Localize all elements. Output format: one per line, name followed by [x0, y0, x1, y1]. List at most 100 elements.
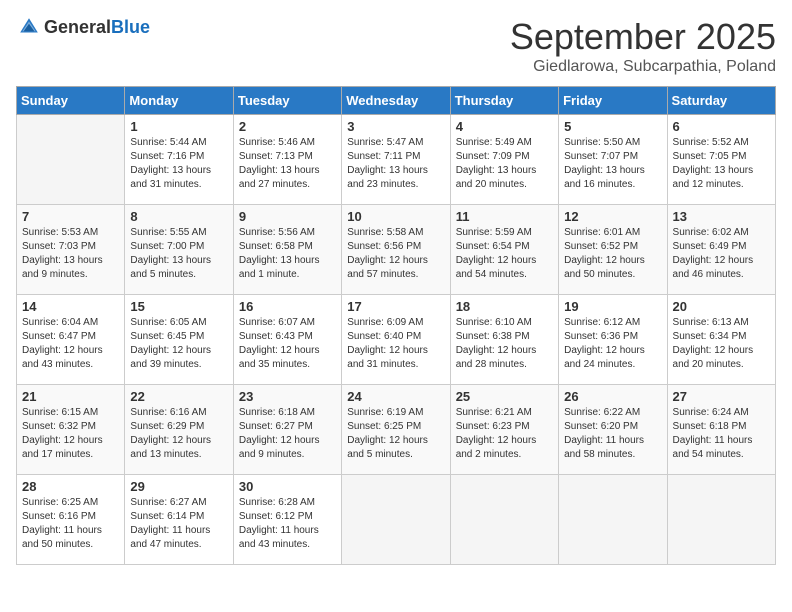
- calendar-day-cell: 5 Sunrise: 5:50 AMSunset: 7:07 PMDaylight…: [559, 115, 667, 205]
- day-info: Sunrise: 5:50 AMSunset: 7:07 PMDaylight:…: [564, 136, 661, 192]
- day-info: Sunrise: 5:53 AMSunset: 7:03 PMDaylight:…: [22, 226, 119, 282]
- day-number: 8: [130, 209, 227, 224]
- location-title: Giedlarowa, Subcarpathia, Poland: [510, 58, 776, 76]
- logo-icon: [18, 16, 40, 38]
- day-info: Sunrise: 5:47 AMSunset: 7:11 PMDaylight:…: [347, 136, 444, 192]
- calendar-day-cell: 30 Sunrise: 6:28 AMSunset: 6:12 PMDayligh…: [233, 475, 341, 565]
- day-number: 21: [22, 389, 119, 404]
- day-number: 20: [673, 299, 770, 314]
- day-number: 18: [456, 299, 553, 314]
- day-info: Sunrise: 6:10 AMSunset: 6:38 PMDaylight:…: [456, 316, 553, 372]
- calendar-day-cell: 3 Sunrise: 5:47 AMSunset: 7:11 PMDaylight…: [342, 115, 450, 205]
- day-info: Sunrise: 6:04 AMSunset: 6:47 PMDaylight:…: [22, 316, 119, 372]
- calendar-day-cell: 9 Sunrise: 5:56 AMSunset: 6:58 PMDaylight…: [233, 205, 341, 295]
- day-number: 3: [347, 119, 444, 134]
- calendar-day-cell: 13 Sunrise: 6:02 AMSunset: 6:49 PMDayligh…: [667, 205, 775, 295]
- day-info: Sunrise: 5:59 AMSunset: 6:54 PMDaylight:…: [456, 226, 553, 282]
- calendar-day-cell: 22 Sunrise: 6:16 AMSunset: 6:29 PMDayligh…: [125, 385, 233, 475]
- calendar-day-cell: 29 Sunrise: 6:27 AMSunset: 6:14 PMDayligh…: [125, 475, 233, 565]
- calendar-week-row: 21 Sunrise: 6:15 AMSunset: 6:32 PMDayligh…: [17, 385, 776, 475]
- day-info: Sunrise: 6:15 AMSunset: 6:32 PMDaylight:…: [22, 406, 119, 462]
- weekday-header-cell: Monday: [125, 87, 233, 115]
- day-info: Sunrise: 6:22 AMSunset: 6:20 PMDaylight:…: [564, 406, 661, 462]
- logo: GeneralBlue: [16, 16, 150, 38]
- day-number: 2: [239, 119, 336, 134]
- calendar-day-cell: 21 Sunrise: 6:15 AMSunset: 6:32 PMDayligh…: [17, 385, 125, 475]
- day-info: Sunrise: 6:25 AMSunset: 6:16 PMDaylight:…: [22, 496, 119, 552]
- day-info: Sunrise: 5:56 AMSunset: 6:58 PMDaylight:…: [239, 226, 336, 282]
- weekday-header-cell: Wednesday: [342, 87, 450, 115]
- weekday-header-row: SundayMondayTuesdayWednesdayThursdayFrid…: [17, 87, 776, 115]
- calendar-day-cell: 10 Sunrise: 5:58 AMSunset: 6:56 PMDayligh…: [342, 205, 450, 295]
- day-info: Sunrise: 5:52 AMSunset: 7:05 PMDaylight:…: [673, 136, 770, 192]
- day-info: Sunrise: 6:13 AMSunset: 6:34 PMDaylight:…: [673, 316, 770, 372]
- day-number: 24: [347, 389, 444, 404]
- day-number: 11: [456, 209, 553, 224]
- calendar-day-cell: 19 Sunrise: 6:12 AMSunset: 6:36 PMDayligh…: [559, 295, 667, 385]
- day-number: 14: [22, 299, 119, 314]
- day-number: 22: [130, 389, 227, 404]
- calendar-day-cell: 20 Sunrise: 6:13 AMSunset: 6:34 PMDayligh…: [667, 295, 775, 385]
- calendar-week-row: 14 Sunrise: 6:04 AMSunset: 6:47 PMDayligh…: [17, 295, 776, 385]
- day-number: 10: [347, 209, 444, 224]
- calendar-day-cell: 15 Sunrise: 6:05 AMSunset: 6:45 PMDayligh…: [125, 295, 233, 385]
- calendar-day-cell: 27Sunrise: 6:24 AMSunset: 6:18 PMDayligh…: [667, 385, 775, 475]
- day-number: 7: [22, 209, 119, 224]
- day-number: 26: [564, 389, 661, 404]
- day-number: 30: [239, 479, 336, 494]
- calendar-week-row: 1 Sunrise: 5:44 AMSunset: 7:16 PMDaylight…: [17, 115, 776, 205]
- calendar-day-cell: [342, 475, 450, 565]
- calendar-day-cell: 17Sunrise: 6:09 AMSunset: 6:40 PMDayligh…: [342, 295, 450, 385]
- weekday-header-cell: Tuesday: [233, 87, 341, 115]
- calendar-table: SundayMondayTuesdayWednesdayThursdayFrid…: [16, 86, 776, 565]
- day-number: 6: [673, 119, 770, 134]
- day-number: 12: [564, 209, 661, 224]
- calendar-day-cell: 18 Sunrise: 6:10 AMSunset: 6:38 PMDayligh…: [450, 295, 558, 385]
- day-number: 19: [564, 299, 661, 314]
- day-number: 28: [22, 479, 119, 494]
- day-info: Sunrise: 6:01 AMSunset: 6:52 PMDaylight:…: [564, 226, 661, 282]
- day-info: Sunrise: 6:27 AMSunset: 6:14 PMDaylight:…: [130, 496, 227, 552]
- logo-text-blue: Blue: [111, 18, 150, 36]
- calendar-day-cell: 2 Sunrise: 5:46 AMSunset: 7:13 PMDaylight…: [233, 115, 341, 205]
- calendar-day-cell: 26 Sunrise: 6:22 AMSunset: 6:20 PMDayligh…: [559, 385, 667, 475]
- day-info: Sunrise: 6:19 AMSunset: 6:25 PMDaylight:…: [347, 406, 444, 462]
- weekday-header-cell: Saturday: [667, 87, 775, 115]
- day-info: Sunrise: 5:44 AMSunset: 7:16 PMDaylight:…: [130, 136, 227, 192]
- calendar-day-cell: 7 Sunrise: 5:53 AMSunset: 7:03 PMDaylight…: [17, 205, 125, 295]
- day-info: Sunrise: 6:21 AMSunset: 6:23 PMDaylight:…: [456, 406, 553, 462]
- calendar-day-cell: 25 Sunrise: 6:21 AMSunset: 6:23 PMDayligh…: [450, 385, 558, 475]
- calendar-day-cell: 24 Sunrise: 6:19 AMSunset: 6:25 PMDayligh…: [342, 385, 450, 475]
- day-info: Sunrise: 6:07 AMSunset: 6:43 PMDaylight:…: [239, 316, 336, 372]
- calendar-day-cell: [667, 475, 775, 565]
- day-number: 15: [130, 299, 227, 314]
- day-number: 17: [347, 299, 444, 314]
- calendar-week-row: 28 Sunrise: 6:25 AMSunset: 6:16 PMDayligh…: [17, 475, 776, 565]
- day-number: 5: [564, 119, 661, 134]
- day-number: 1: [130, 119, 227, 134]
- day-info: Sunrise: 6:12 AMSunset: 6:36 PMDaylight:…: [564, 316, 661, 372]
- day-info: Sunrise: 5:58 AMSunset: 6:56 PMDaylight:…: [347, 226, 444, 282]
- day-info: Sunrise: 6:28 AMSunset: 6:12 PMDaylight:…: [239, 496, 336, 552]
- day-info: Sunrise: 6:18 AMSunset: 6:27 PMDaylight:…: [239, 406, 336, 462]
- weekday-header-cell: Thursday: [450, 87, 558, 115]
- title-section: September 2025 Giedlarowa, Subcarpathia,…: [510, 16, 776, 76]
- day-info: Sunrise: 5:46 AMSunset: 7:13 PMDaylight:…: [239, 136, 336, 192]
- calendar-day-cell: 6 Sunrise: 5:52 AMSunset: 7:05 PMDaylight…: [667, 115, 775, 205]
- day-number: 16: [239, 299, 336, 314]
- day-number: 29: [130, 479, 227, 494]
- calendar-day-cell: 14 Sunrise: 6:04 AMSunset: 6:47 PMDayligh…: [17, 295, 125, 385]
- weekday-header-cell: Friday: [559, 87, 667, 115]
- day-info: Sunrise: 6:02 AMSunset: 6:49 PMDaylight:…: [673, 226, 770, 282]
- day-info: Sunrise: 6:16 AMSunset: 6:29 PMDaylight:…: [130, 406, 227, 462]
- day-info: Sunrise: 5:49 AMSunset: 7:09 PMDaylight:…: [456, 136, 553, 192]
- day-info: Sunrise: 5:55 AMSunset: 7:00 PMDaylight:…: [130, 226, 227, 282]
- day-number: 13: [673, 209, 770, 224]
- day-number: 25: [456, 389, 553, 404]
- day-number: 9: [239, 209, 336, 224]
- day-number: 4: [456, 119, 553, 134]
- calendar-day-cell: 12 Sunrise: 6:01 AMSunset: 6:52 PMDayligh…: [559, 205, 667, 295]
- day-info: Sunrise: 6:24 AMSunset: 6:18 PMDaylight:…: [673, 406, 770, 462]
- day-info: Sunrise: 6:05 AMSunset: 6:45 PMDaylight:…: [130, 316, 227, 372]
- calendar-day-cell: 11 Sunrise: 5:59 AMSunset: 6:54 PMDayligh…: [450, 205, 558, 295]
